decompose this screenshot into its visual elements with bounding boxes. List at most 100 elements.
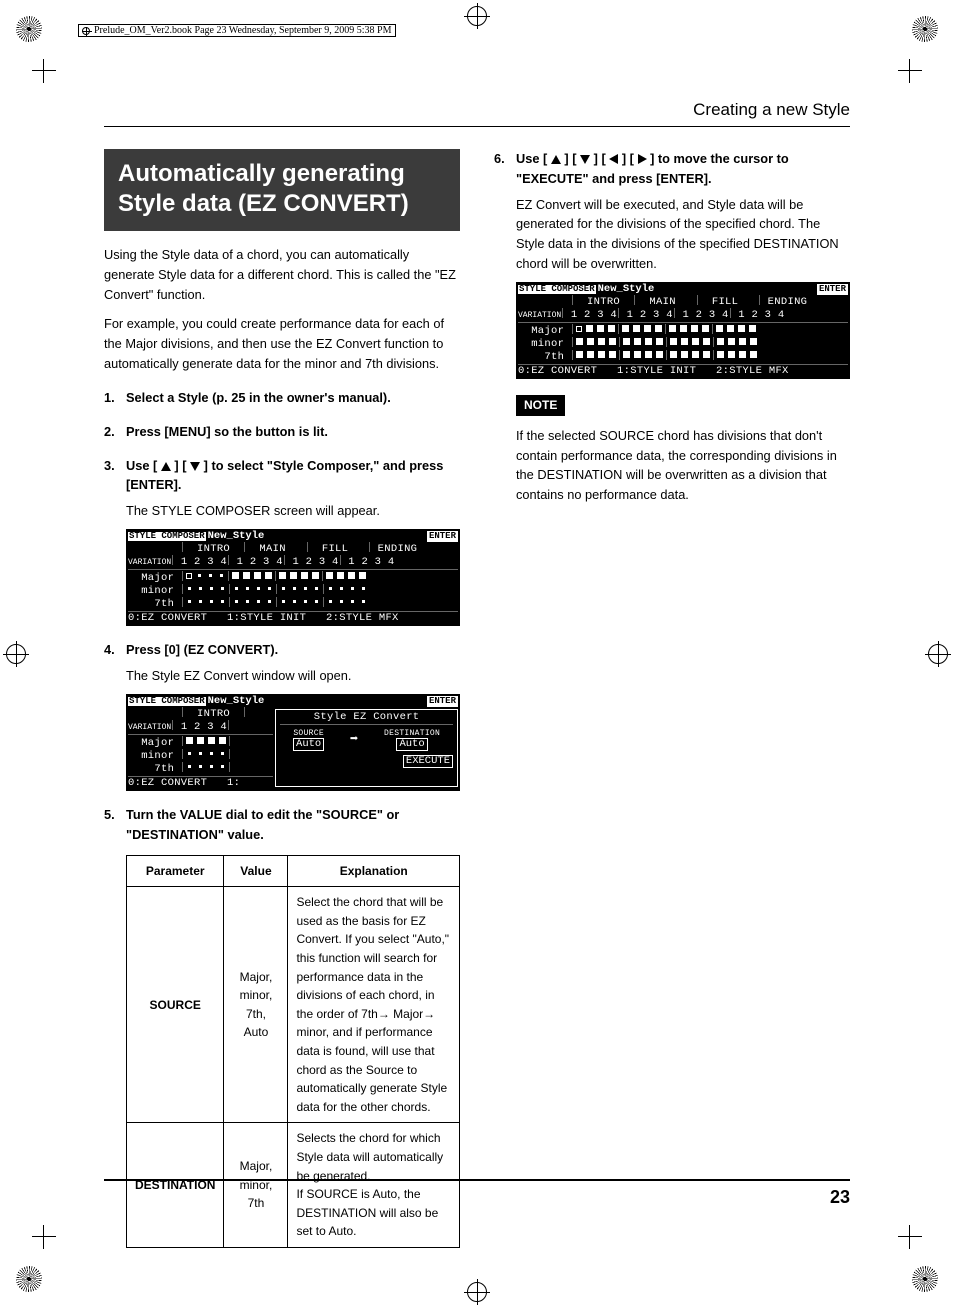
step-text: Turn the VALUE dial to edit the "SOURCE"… bbox=[126, 807, 399, 842]
down-arrow-icon bbox=[580, 155, 590, 164]
prepress-tag-text: Prelude_OM_Ver2.book Page 23 Wednesday, … bbox=[94, 26, 392, 36]
section-title-line1: Automatically generating bbox=[118, 160, 405, 187]
crop-mark bbox=[32, 1225, 56, 1249]
step-1: 1. Select a Style (p. 25 in the owner's … bbox=[104, 388, 460, 408]
registration-target bbox=[467, 6, 487, 26]
cell-source-explanation: Select the chord that will be used as th… bbox=[288, 887, 460, 1123]
printer-rosette bbox=[912, 16, 938, 42]
lcd-row-minor: minor bbox=[128, 584, 458, 597]
lcd-title: New_Style bbox=[598, 284, 815, 295]
up-arrow-icon bbox=[161, 462, 171, 471]
registration-target bbox=[467, 1282, 487, 1302]
th-parameter: Parameter bbox=[127, 855, 224, 887]
th-explanation: Explanation bbox=[288, 855, 460, 887]
lcd-enter-tag: ENTER bbox=[427, 531, 458, 542]
lcd-row-minor: minor bbox=[518, 337, 848, 350]
th-value: Value bbox=[224, 855, 288, 887]
crop-mark bbox=[898, 59, 922, 83]
lcd-tab: STYLE COMPOSER bbox=[518, 285, 596, 294]
lcd-title: New_Style bbox=[208, 531, 425, 542]
right-arrow-icon bbox=[638, 154, 647, 164]
step-after: EZ Convert will be executed, and Style d… bbox=[516, 195, 850, 274]
step-frag: ] [ bbox=[174, 458, 186, 473]
step-frag: ] [ bbox=[622, 151, 634, 166]
step-text: Press [0] (EZ CONVERT). bbox=[126, 642, 278, 657]
step-3: 3. Use [ ] [ ] to select "Style Composer… bbox=[104, 456, 460, 627]
ez-convert-screen: STYLE COMPOSER New_Style ENTER INTRO VAR… bbox=[126, 694, 460, 791]
lcd-column-headers: INTRO MAIN FILL ENDING bbox=[128, 542, 458, 555]
step-text: Use [ ] [ ] to select "Style Composer," … bbox=[126, 458, 443, 493]
lcd-variation-row: VARIATION 1 2 3 4 1 2 3 4 1 2 3 4 1 2 3 … bbox=[128, 555, 458, 568]
lcd-tab: STYLE COMPOSER bbox=[128, 532, 206, 541]
lcd-row-major: Major bbox=[518, 324, 848, 337]
lcd-row-major: Major bbox=[128, 571, 458, 584]
printer-rosette bbox=[16, 16, 42, 42]
step-text: Use [ ] [ ] [ ] [ ] to move the cursor t… bbox=[516, 151, 789, 186]
lcd-row-minor-left: minor bbox=[128, 749, 273, 762]
lcd-footer: 0:EZ CONVERT 1:STYLE INIT 2:STYLE MFX bbox=[518, 366, 848, 377]
note-text: If the selected SOURCE chord has divisio… bbox=[516, 426, 850, 505]
source-value: Auto bbox=[293, 738, 324, 751]
lcd-row-7th: 7th bbox=[128, 597, 458, 610]
note-badge: NOTE bbox=[516, 395, 565, 416]
up-arrow-icon bbox=[551, 155, 561, 164]
lcd-enter-tag: ENTER bbox=[427, 696, 458, 707]
step-after: The STYLE COMPOSER screen will appear. bbox=[126, 501, 460, 521]
lcd-row-7th-left: 7th bbox=[128, 762, 273, 775]
registration-target bbox=[6, 644, 26, 664]
destination-value: Auto bbox=[396, 738, 427, 751]
printer-rosette bbox=[16, 1266, 42, 1292]
step-number: 2. bbox=[104, 422, 126, 442]
step-number: 3. bbox=[104, 456, 126, 627]
left-arrow-icon bbox=[609, 154, 618, 164]
step-frag: Use [ bbox=[516, 151, 547, 166]
lcd-enter-tag: ENTER bbox=[817, 284, 848, 295]
lcd-variation-left: VARIATION 1 2 3 4 bbox=[128, 720, 273, 733]
right-column: 6. Use [ ] [ ] [ ] [ ] to move the curso… bbox=[494, 149, 850, 1248]
lcd-row-7th: 7th bbox=[518, 350, 848, 363]
lcd-title: New_Style bbox=[208, 696, 425, 707]
page-number: 23 bbox=[830, 1187, 850, 1208]
cell-source: SOURCE bbox=[127, 887, 224, 1123]
step-frag: ] [ bbox=[564, 151, 576, 166]
step-number: 4. bbox=[104, 640, 126, 791]
step-number: 1. bbox=[104, 388, 126, 408]
step-4: 4. Press [0] (EZ CONVERT). The Style EZ … bbox=[104, 640, 460, 791]
running-head: Creating a new Style bbox=[104, 100, 850, 127]
lcd-column-headers: INTRO MAIN FILL ENDING bbox=[518, 295, 848, 308]
table-header-row: Parameter Value Explanation bbox=[127, 855, 460, 887]
steps-list: 1. Select a Style (p. 25 in the owner's … bbox=[104, 388, 460, 1248]
printer-rosette bbox=[912, 1266, 938, 1292]
section-title-line2: Style data (EZ CONVERT) bbox=[118, 190, 409, 217]
intro-p2: For example, you could create performanc… bbox=[104, 314, 460, 373]
source-label: SOURCE bbox=[293, 730, 324, 738]
style-composer-screen: STYLE COMPOSER New_Style ENTER INTRO MAI… bbox=[126, 529, 460, 626]
lcd-row-major-left: Major bbox=[128, 736, 273, 749]
step-frag: Use [ bbox=[126, 458, 157, 473]
table-row: SOURCE Major, minor, 7th, Auto Select th… bbox=[127, 887, 460, 1123]
registration-target bbox=[928, 644, 948, 664]
lcd-intro-col: INTRO bbox=[128, 707, 273, 720]
down-arrow-icon bbox=[190, 462, 200, 471]
result-screen: STYLE COMPOSER New_Style ENTER INTRO MAI… bbox=[516, 282, 850, 379]
arrow-right-icon: ➡ bbox=[350, 733, 358, 748]
lcd-variation-row: VARIATION 1 2 3 4 1 2 3 4 1 2 3 4 1 2 3 … bbox=[518, 308, 848, 321]
prepress-page-tag: Prelude_OM_Ver2.book Page 23 Wednesday, … bbox=[78, 24, 396, 37]
crop-mark bbox=[898, 1225, 922, 1249]
page-body: Creating a new Style Automatically gener… bbox=[104, 100, 850, 1208]
step-frag: ] [ bbox=[594, 151, 606, 166]
step-number: 6. bbox=[494, 149, 516, 505]
lcd-footer: 0:EZ CONVERT 1:STYLE INIT 2:STYLE MFX bbox=[128, 613, 458, 624]
page-footer: 23 bbox=[104, 1179, 850, 1208]
execute-button: EXECUTE bbox=[403, 755, 453, 768]
popup-title: Style EZ Convert bbox=[280, 712, 453, 723]
crop-mark bbox=[32, 59, 56, 83]
cell-source-value: Major, minor, 7th, Auto bbox=[224, 887, 288, 1123]
step-after: The Style EZ Convert window will open. bbox=[126, 666, 460, 686]
step-text: Press [MENU] so the button is lit. bbox=[126, 424, 328, 439]
step-text: Select a Style (p. 25 in the owner's man… bbox=[126, 390, 391, 405]
step-6: 6. Use [ ] [ ] [ ] [ ] to move the curso… bbox=[494, 149, 850, 505]
intro-p1: Using the Style data of a chord, you can… bbox=[104, 245, 460, 304]
left-column: Automatically generating Style data (EZ … bbox=[104, 149, 460, 1248]
lcd-footer-left: 0:EZ CONVERT 1: bbox=[128, 778, 273, 789]
